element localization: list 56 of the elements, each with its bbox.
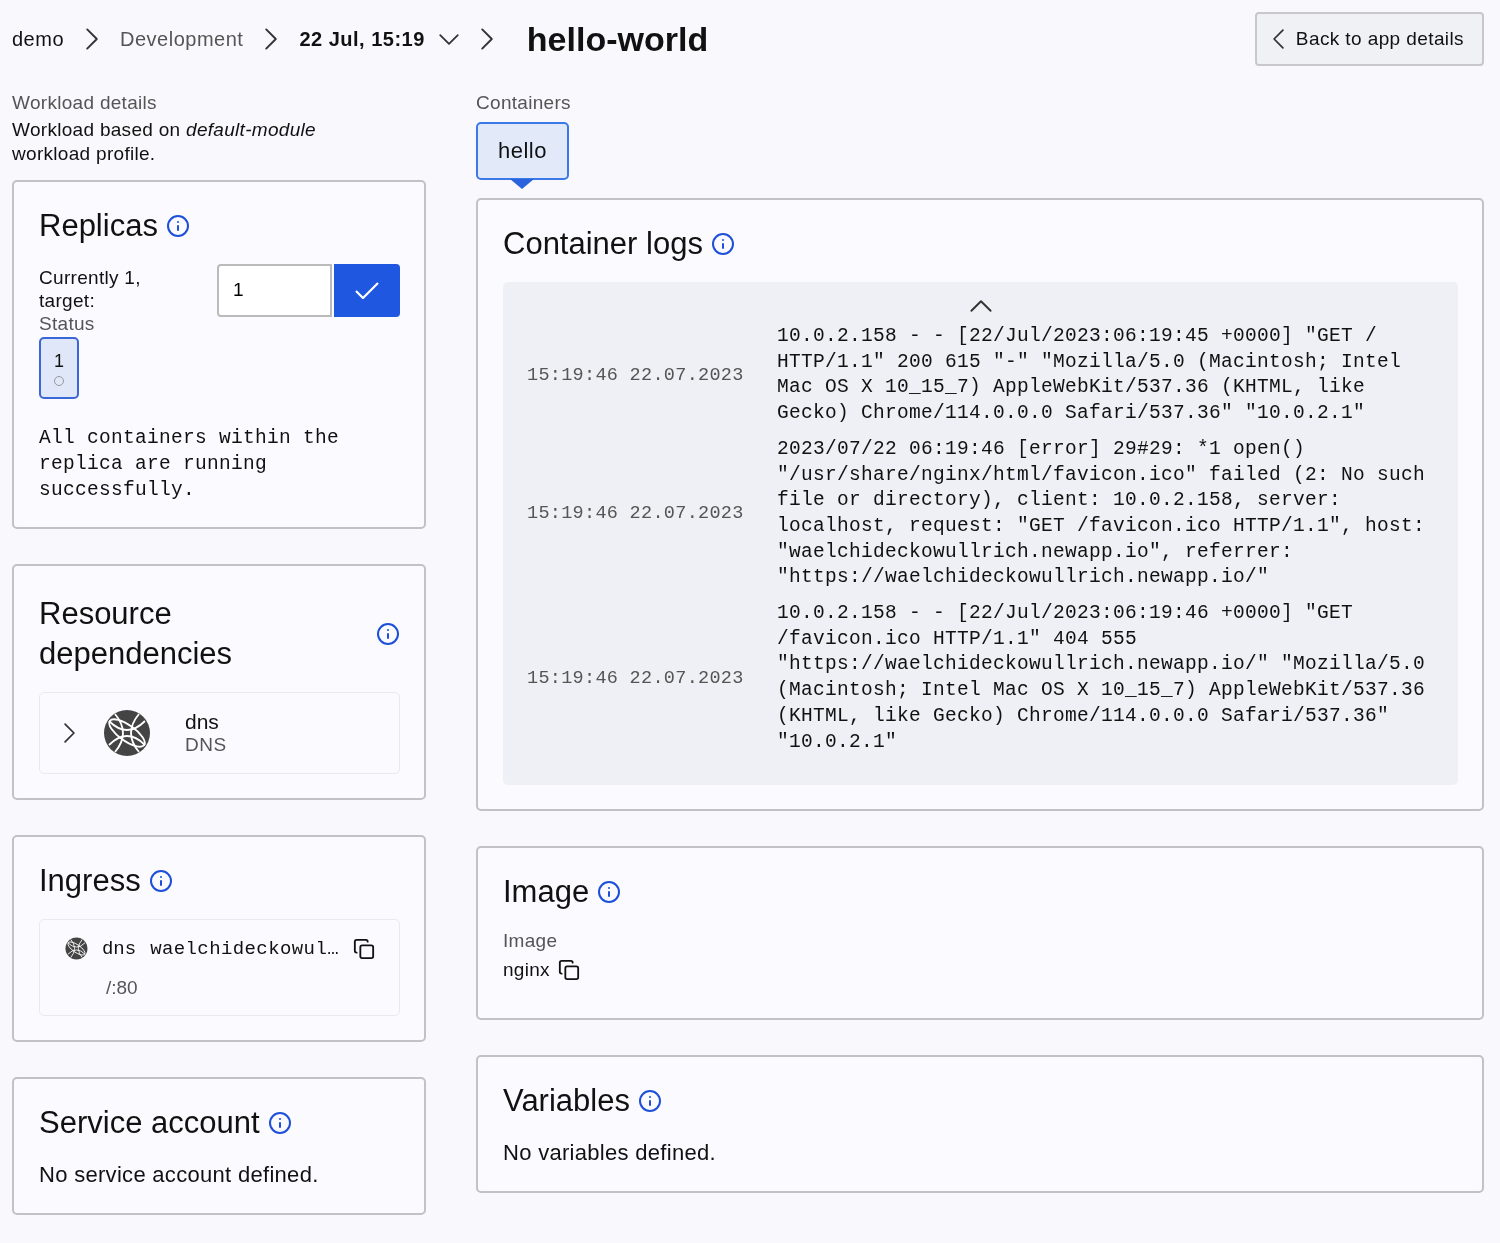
date-dropdown[interactable]: 22 Jul, 15:19 [299,27,459,51]
chevron-right-icon[interactable] [64,723,75,743]
log-message: 2023/07/22 06:19:46 [error] 29#29: *1 open() "/usr/share/nginx/html/favicon.ico" failed (2: No such file or directory), client: 10.0.2.158, server: localhost, request: "GET /favicon.ico HTTP/1.1", host: "waelchideckowullrich.newapp.io", referrer: "https://waelchideckowullrich.newapp.io/" [777,436,1427,591]
empty-message: No service account defined. [39,1161,320,1189]
ingress-path: /:80 [105,976,139,1000]
page-title: hello-world [526,19,709,59]
back-button[interactable]: Back to app details [1254,12,1484,66]
check-icon [355,281,379,299]
ingress-host: waelchideckowul… [150,937,339,960]
replica-message: All containers within the replica are running successfully. [39,426,341,503]
card-title: Ingress [39,862,141,900]
replica-status[interactable]: 1 [39,337,79,399]
card-title: Replicas [39,206,158,245]
chevron-right-icon [480,28,493,50]
section-label: Containers [476,92,572,114]
breadcrumb-link[interactable]: Development [120,27,244,51]
chevron-left-icon[interactable] [1272,29,1284,49]
breadcrumb-link[interactable]: demo [12,27,65,51]
log-message: 10.0.2.158 - - [22/Jul/2023:06:19:46 +0000] "GET /favicon.ico HTTP/1.1" 404 555 "https://waelchideckowullrich.newapp.io/" "Mozilla/5.0 (Macintosh; Intel Mac OS X 10_15_7) AppleWebKit/537.36 (KHTML, like Gecko) Chrome/114.0.0.0 Safari/537.36" "10.0.2.1" [777,601,1427,755]
globe-icon [65,936,88,961]
empty-message: No variables defined. [503,1139,717,1167]
copy-icon[interactable] [353,937,375,960]
card-title: Resource dependencies [39,595,233,673]
card-title: Image [503,873,590,912]
replica-count-label: Currently 1, target: [39,265,142,313]
log-timestamp: 15:19:46 22.07.2023 [527,364,745,386]
info-icon[interactable] [165,213,190,238]
info-icon[interactable] [148,869,173,893]
copy-icon[interactable] [557,959,580,982]
section-label: Workload details [12,92,158,114]
info-icon[interactable] [597,880,622,905]
card-title: Container logs [503,225,703,263]
field-label: Image [503,930,559,953]
chevron-right-icon [265,28,278,50]
card-title: Service account [39,1104,260,1142]
card-title: Variables [503,1082,630,1120]
chevron-down-icon[interactable] [438,33,459,45]
dependency-name: dns [185,710,220,734]
info-icon[interactable] [267,1111,292,1135]
workload-description: Workload based on default-module workload profile. [12,118,317,166]
dependency-item[interactable]: dns DNS [39,692,400,774]
log-message: 10.0.2.158 - - [22/Jul/2023:06:19:45 +0000] "GET / HTTP/1.1" 200 615 "-" "Mozilla/5.0 (Macintosh; Intel Mac OS X 10_15_7) AppleWebKit/537.36 (KHTML, like Gecko) Chrome/114.0.0.0 Safari/537.36" "10.0.2.1" [777,324,1403,427]
chevron-right-icon [86,28,99,50]
scroll-up-icon[interactable] [969,300,992,312]
globe-icon [103,709,151,757]
info-icon[interactable] [710,232,735,256]
confirm-button[interactable] [334,263,400,317]
dependency-type: DNS [185,734,227,756]
info-icon[interactable] [637,1089,662,1113]
ingress-resource: dns [101,937,137,960]
replica-input[interactable]: 1 [217,263,332,317]
log-timestamp: 15:19:46 22.07.2023 [527,503,745,525]
log-timestamp: 15:19:46 22.07.2023 [527,667,745,689]
info-icon[interactable] [376,622,400,646]
status-label: Status [39,313,96,335]
image-name: nginx [503,958,550,982]
